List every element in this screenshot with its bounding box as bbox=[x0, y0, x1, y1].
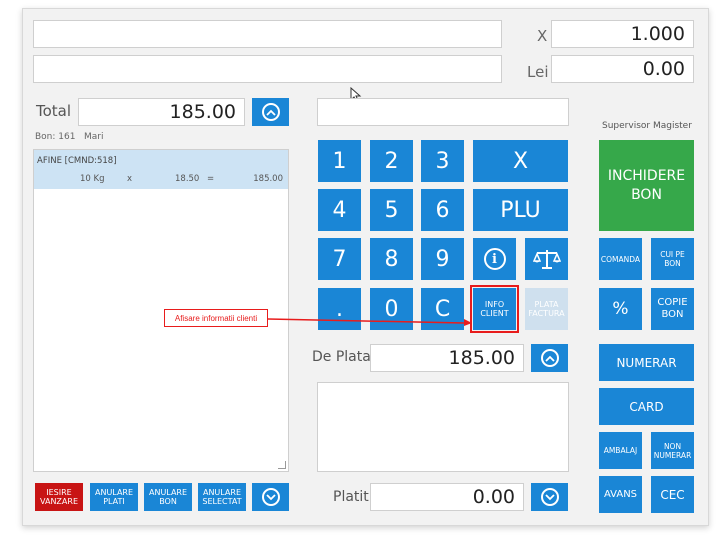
list-item[interactable]: AFINE [CMND:518] 10 Kg x 18.50 = 185.00 bbox=[34, 150, 288, 189]
platit-button[interactable] bbox=[531, 483, 568, 511]
platit-label: Platit bbox=[333, 489, 369, 505]
resize-handle[interactable] bbox=[278, 461, 286, 469]
cui-pe-bon-button[interactable]: CUI PE BON bbox=[651, 238, 694, 280]
ambalaj-button[interactable]: AMBALAJ bbox=[599, 432, 642, 469]
lei-label: Lei bbox=[527, 63, 549, 81]
key-2[interactable]: 2 bbox=[370, 140, 413, 182]
plata-factura-button: PLATA FACTURA bbox=[525, 288, 568, 330]
info-icon: i bbox=[483, 248, 506, 270]
barcode-input[interactable] bbox=[317, 98, 569, 126]
chevron-down-icon bbox=[261, 488, 280, 506]
de-plata-label: De Plata bbox=[312, 349, 371, 365]
card-button[interactable]: CARD bbox=[599, 388, 694, 425]
key-3[interactable]: 3 bbox=[421, 140, 464, 182]
key-7[interactable]: 7 bbox=[318, 238, 361, 280]
key-4[interactable]: 4 bbox=[318, 189, 361, 231]
total-field: 185.00 bbox=[78, 98, 245, 126]
item-qty: 10 Kg bbox=[80, 174, 105, 184]
annotation-callout: Afisare informatii clienti bbox=[164, 309, 268, 327]
quantity-field[interactable]: 1.000 bbox=[551, 20, 694, 48]
key-8[interactable]: 8 bbox=[370, 238, 413, 280]
chevron-up-icon bbox=[261, 103, 280, 121]
item-eq: = bbox=[207, 174, 215, 184]
customer-field-1[interactable] bbox=[33, 20, 502, 48]
supervisor-label: Supervisor Magister bbox=[602, 121, 692, 131]
scroll-down-button[interactable] bbox=[252, 483, 289, 511]
total-expand-button[interactable] bbox=[252, 98, 289, 126]
comanda-button[interactable]: COMANDA bbox=[599, 238, 642, 280]
key-9[interactable]: 9 bbox=[421, 238, 464, 280]
avans-button[interactable]: AVANS bbox=[599, 476, 642, 513]
de-plata-button[interactable] bbox=[531, 344, 568, 372]
chevron-up-icon bbox=[540, 349, 559, 367]
bon-user: Mari bbox=[84, 132, 104, 142]
item-total: 185.00 bbox=[253, 174, 283, 184]
numerar-button[interactable]: NUMERAR bbox=[599, 344, 694, 381]
info-client-highlight bbox=[470, 285, 519, 333]
bon-number: Bon: 161 bbox=[35, 132, 76, 142]
non-numerar-button[interactable]: NON NUMERAR bbox=[651, 432, 694, 469]
item-name: AFINE [CMND:518] bbox=[37, 156, 117, 166]
key-6[interactable]: 6 bbox=[421, 189, 464, 231]
key-plu[interactable]: PLU bbox=[473, 189, 568, 231]
scale-icon bbox=[532, 250, 561, 269]
payments-list[interactable] bbox=[317, 382, 569, 472]
key-x[interactable]: X bbox=[473, 140, 568, 182]
item-price: 18.50 bbox=[175, 174, 200, 184]
anulare-selectat-button[interactable]: ANULARE SELECTAT bbox=[198, 483, 246, 511]
total-label: Total bbox=[36, 102, 72, 120]
key-5[interactable]: 5 bbox=[370, 189, 413, 231]
inchidere-bon-button[interactable]: INCHIDERE BON bbox=[599, 140, 694, 231]
anulare-bon-button[interactable]: ANULARE BON bbox=[144, 483, 192, 511]
scale-button[interactable] bbox=[525, 238, 568, 280]
pos-window: X 1.000 Lei 0.00 Total 185.00 Bon: 161 M… bbox=[22, 8, 709, 526]
copie-bon-button[interactable]: COPIE BON bbox=[651, 288, 694, 330]
quantity-label: X bbox=[537, 27, 548, 45]
percent-button[interactable]: % bbox=[599, 288, 642, 330]
lei-field[interactable]: 0.00 bbox=[551, 55, 694, 83]
platit-field: 0.00 bbox=[370, 483, 524, 511]
anulare-plati-button[interactable]: ANULARE PLATI bbox=[90, 483, 138, 511]
cec-button[interactable]: CEC bbox=[651, 476, 694, 513]
key-1[interactable]: 1 bbox=[318, 140, 361, 182]
de-plata-field: 185.00 bbox=[370, 344, 524, 372]
annotation-text: Afisare informatii clienti bbox=[174, 313, 258, 323]
iesire-vanzare-button[interactable]: IESIRE VANZARE bbox=[35, 483, 83, 511]
info-button[interactable]: i bbox=[473, 238, 516, 280]
annotation-arrow bbox=[268, 318, 472, 326]
customer-field-2[interactable] bbox=[33, 55, 502, 83]
item-x: x bbox=[127, 174, 133, 184]
chevron-down-icon bbox=[540, 488, 559, 506]
